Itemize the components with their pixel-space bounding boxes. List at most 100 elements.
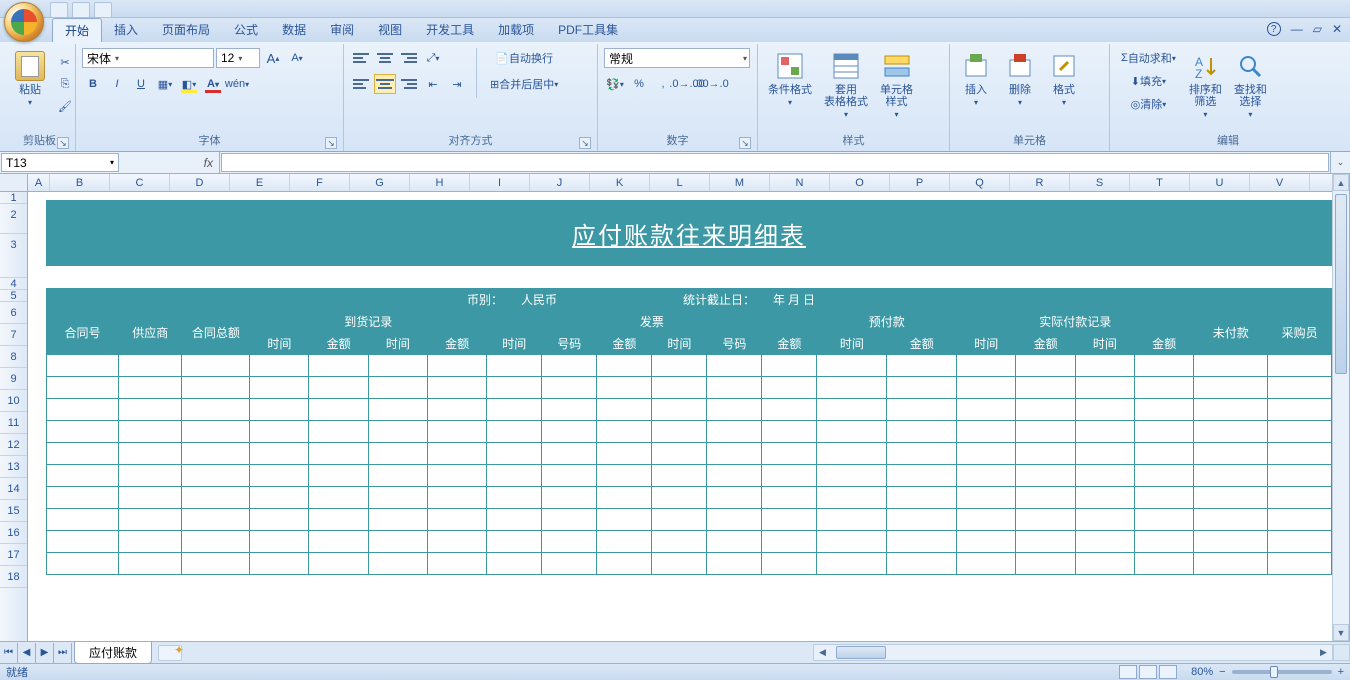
align-middle-icon[interactable] <box>374 48 396 68</box>
table-cell[interactable] <box>542 377 597 399</box>
format-painter-icon[interactable]: 🖌 <box>54 96 76 116</box>
col-head-H[interactable]: H <box>410 174 470 191</box>
table-cell[interactable] <box>707 443 762 465</box>
table-cell[interactable] <box>707 421 762 443</box>
view-layout-icon[interactable] <box>1139 665 1157 679</box>
table-cell[interactable] <box>47 421 119 443</box>
decrease-font-icon[interactable]: A▾ <box>286 48 308 68</box>
zoom-level[interactable]: 80% <box>1191 666 1213 678</box>
row-head-14[interactable]: 14 <box>0 478 27 500</box>
table-cell[interactable] <box>1194 531 1268 553</box>
table-cell[interactable] <box>487 509 542 531</box>
table-cell[interactable] <box>368 531 427 553</box>
qat-save-icon[interactable] <box>50 2 68 18</box>
clear-button[interactable]: ◎ 清除 ▾ <box>1116 94 1181 114</box>
table-cell[interactable] <box>957 531 1016 553</box>
table-cell[interactable] <box>182 443 250 465</box>
cell-styles-button[interactable]: 单元格 样式▾ <box>876 48 917 121</box>
align-center-icon[interactable] <box>374 74 396 94</box>
zoom-slider[interactable] <box>1232 670 1332 674</box>
col-head-S[interactable]: S <box>1070 174 1130 191</box>
table-cell[interactable] <box>597 399 652 421</box>
paste-button[interactable]: 粘贴 ▾ <box>10 48 50 109</box>
table-cell[interactable] <box>182 531 250 553</box>
increase-font-icon[interactable]: A▴ <box>262 48 284 68</box>
table-cell[interactable] <box>1075 443 1134 465</box>
row-head-9[interactable]: 9 <box>0 368 27 390</box>
select-all-corner[interactable] <box>0 174 28 192</box>
table-row[interactable] <box>47 421 1332 443</box>
table-cell[interactable] <box>1016 553 1075 575</box>
table-cell[interactable] <box>250 421 309 443</box>
wrap-text-button[interactable]: 📄 自动换行 <box>485 48 563 68</box>
table-cell[interactable] <box>368 421 427 443</box>
table-cell[interactable] <box>652 355 707 377</box>
table-cell[interactable] <box>1194 443 1268 465</box>
table-cell[interactable] <box>1134 377 1193 399</box>
scroll-down-icon[interactable]: ▼ <box>1333 624 1349 641</box>
font-size-combo[interactable]: 12▾ <box>216 48 260 68</box>
table-cell[interactable] <box>182 465 250 487</box>
table-cell[interactable] <box>428 377 487 399</box>
alignment-launcher-icon[interactable]: ↘ <box>579 137 591 149</box>
scroll-left-icon[interactable]: ◀ <box>814 645 831 660</box>
tab-开发工具[interactable]: 开发工具 <box>414 18 486 42</box>
table-cell[interactable] <box>887 487 957 509</box>
table-cell[interactable] <box>1016 355 1075 377</box>
table-cell[interactable] <box>762 465 817 487</box>
table-cell[interactable] <box>652 509 707 531</box>
table-cell[interactable] <box>487 443 542 465</box>
table-cell[interactable] <box>250 399 309 421</box>
table-cell[interactable] <box>182 421 250 443</box>
table-cell[interactable] <box>652 399 707 421</box>
table-cell[interactable] <box>887 377 957 399</box>
table-row[interactable] <box>47 553 1332 575</box>
table-cell[interactable] <box>250 553 309 575</box>
col-head-O[interactable]: O <box>830 174 890 191</box>
table-cell[interactable] <box>487 531 542 553</box>
table-cell[interactable] <box>309 553 368 575</box>
table-cell[interactable] <box>118 509 182 531</box>
table-cell[interactable] <box>487 553 542 575</box>
table-row[interactable] <box>47 377 1332 399</box>
table-row[interactable] <box>47 443 1332 465</box>
table-cell[interactable] <box>817 421 887 443</box>
sheet-tab-active[interactable]: 应付账款 <box>74 642 152 664</box>
table-cell[interactable] <box>368 399 427 421</box>
sheet-nav-last-icon[interactable]: ⏭ <box>54 643 72 663</box>
table-cell[interactable] <box>542 421 597 443</box>
table-cell[interactable] <box>47 465 119 487</box>
table-cell[interactable] <box>707 531 762 553</box>
autosum-button[interactable]: Σ 自动求和 ▾ <box>1116 48 1181 68</box>
decrease-indent-icon[interactable]: ⇤ <box>422 74 444 94</box>
table-cell[interactable] <box>1016 465 1075 487</box>
table-cell[interactable] <box>118 355 182 377</box>
number-launcher-icon[interactable]: ↘ <box>739 137 751 149</box>
table-cell[interactable] <box>957 355 1016 377</box>
row-head-10[interactable]: 10 <box>0 390 27 412</box>
table-cell[interactable] <box>957 553 1016 575</box>
table-cell[interactable] <box>1016 377 1075 399</box>
table-cell[interactable] <box>47 531 119 553</box>
font-color-icon[interactable]: A▾ <box>202 74 224 94</box>
align-top-icon[interactable] <box>350 48 372 68</box>
table-cell[interactable] <box>817 553 887 575</box>
tab-加载项[interactable]: 加载项 <box>486 18 546 42</box>
table-cell[interactable] <box>817 487 887 509</box>
table-cell[interactable] <box>707 355 762 377</box>
table-cell[interactable] <box>597 531 652 553</box>
expand-formula-bar-icon[interactable]: ⌄ <box>1330 152 1350 173</box>
col-head-N[interactable]: N <box>770 174 830 191</box>
col-head-K[interactable]: K <box>590 174 650 191</box>
new-sheet-icon[interactable]: ✦ <box>158 645 182 661</box>
row-head-16[interactable]: 16 <box>0 522 27 544</box>
table-cell[interactable] <box>817 531 887 553</box>
table-cell[interactable] <box>1268 553 1332 575</box>
table-cell[interactable] <box>309 399 368 421</box>
table-cell[interactable] <box>817 377 887 399</box>
table-cell[interactable] <box>597 355 652 377</box>
table-cell[interactable] <box>817 465 887 487</box>
table-cell[interactable] <box>309 377 368 399</box>
table-cell[interactable] <box>182 355 250 377</box>
table-cell[interactable] <box>428 465 487 487</box>
